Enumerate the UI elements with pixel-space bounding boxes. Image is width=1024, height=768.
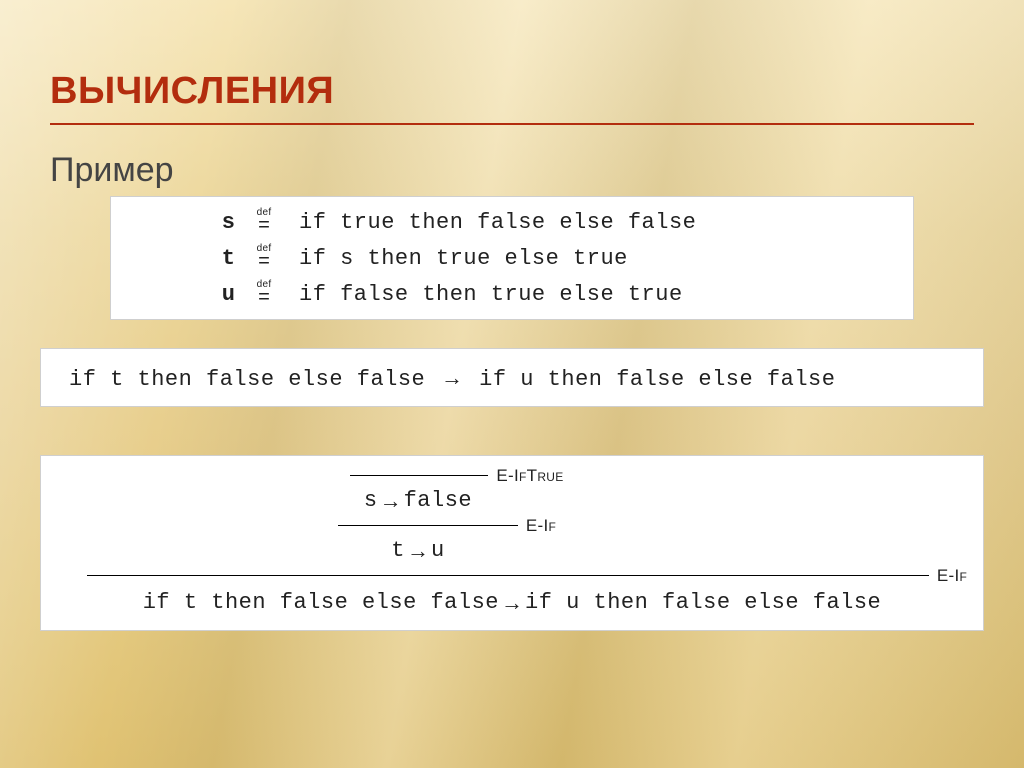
definitions-panel: s def = if true then false else false t …	[110, 196, 914, 320]
def-var: t	[199, 243, 247, 275]
arrow-icon: →	[405, 538, 431, 564]
def-body: if false then true else true	[281, 279, 683, 311]
premise: s → false	[364, 486, 472, 516]
rule-bar-row: E-If	[26, 566, 998, 586]
def-var: u	[199, 279, 247, 311]
reduction-step-panel: if t then false else false → if u then f…	[40, 348, 984, 407]
definition-row: u def = if false then true else true	[111, 277, 913, 313]
def-body: if s then true else true	[281, 243, 628, 275]
inference-bar	[338, 525, 518, 526]
rule-bar-row: E-If	[338, 516, 556, 536]
def-equals-icon: def =	[247, 244, 281, 273]
slide-title: ВЫЧИСЛЕНИЯ	[0, 0, 1024, 119]
def-body: if true then false else false	[281, 207, 696, 239]
inference-bar	[87, 575, 929, 576]
premise: t → u	[391, 536, 444, 566]
arrow-icon: →	[378, 488, 404, 514]
definition-row: t def = if s then true else true	[111, 241, 913, 277]
rule-name: E-If	[929, 566, 967, 586]
arrow-icon: →	[499, 590, 525, 616]
rule-name: E-If	[518, 516, 556, 536]
conclusion: if t then false else false → if u then f…	[143, 586, 882, 616]
rule-bar-row: E-IfTrue	[350, 466, 563, 486]
reduction-step: if t then false else false → if u then f…	[41, 365, 983, 392]
derivation-panel: E-IfTrue s → false E-If t → u	[40, 455, 984, 631]
def-equals-icon: def =	[247, 208, 281, 237]
arrow-icon: →	[439, 365, 466, 390]
rule-name: E-IfTrue	[488, 466, 563, 486]
def-equals-icon: def =	[247, 280, 281, 309]
definition-row: s def = if true then false else false	[111, 205, 913, 241]
derivation-tree: E-IfTrue s → false E-If t → u	[41, 466, 983, 616]
slide: { "title": "ВЫЧИСЛЕНИЯ", "subtitle": "Пр…	[0, 0, 1024, 768]
slide-subtitle: Пример	[0, 125, 1024, 190]
inference-bar	[350, 475, 488, 476]
def-var: s	[199, 207, 247, 239]
